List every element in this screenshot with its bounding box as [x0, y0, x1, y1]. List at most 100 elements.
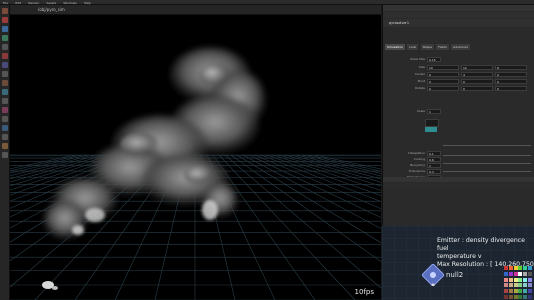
- param-field[interactable]: 0.15: [427, 57, 441, 62]
- param-label: Pivot: [417, 79, 425, 83]
- palette-swatch[interactable]: [513, 289, 518, 293]
- param-field[interactable]: 12: [461, 65, 493, 70]
- param-label: Buoyancy: [410, 163, 425, 167]
- palette-swatch[interactable]: [527, 294, 532, 299]
- palette-swatch[interactable]: [527, 289, 532, 293]
- node-type-label: pyrosolver1: [389, 21, 409, 25]
- palette-swatch[interactable]: [504, 289, 508, 293]
- palette-swatch[interactable]: [523, 266, 527, 270]
- palette-swatch[interactable]: [504, 294, 508, 299]
- param-field[interactable]: 8: [495, 65, 527, 70]
- move-tool-icon[interactable]: [1, 17, 8, 23]
- param-row-size: Size 10 12 8: [387, 65, 531, 70]
- palette-swatch[interactable]: [513, 266, 518, 270]
- more-tools-icon[interactable]: [1, 152, 8, 158]
- snap-icon[interactable]: [1, 80, 8, 86]
- palette-swatch[interactable]: [518, 283, 523, 288]
- display-options-icon[interactable]: [1, 89, 8, 95]
- palette-swatch[interactable]: [523, 289, 527, 293]
- camera-icon[interactable]: [1, 98, 8, 104]
- palette-swatch[interactable]: [513, 283, 518, 288]
- palette-swatch[interactable]: [518, 289, 523, 293]
- tab-shape[interactable]: Shape: [420, 44, 434, 50]
- param-label: Cooling: [413, 157, 425, 161]
- tab-simulation[interactable]: Simulation: [385, 44, 405, 50]
- color-palette[interactable]: [504, 266, 532, 300]
- null-node-icon[interactable]: [422, 264, 444, 286]
- param-field[interactable]: 0: [495, 72, 527, 77]
- tab-advanced[interactable]: Advanced: [451, 44, 470, 50]
- tab-look[interactable]: Look: [407, 44, 419, 50]
- palette-swatch[interactable]: [513, 294, 518, 299]
- param-field[interactable]: 0: [427, 72, 459, 77]
- rotate-tool-icon[interactable]: [1, 26, 8, 32]
- slider-track-4[interactable]: [443, 171, 531, 172]
- palette-swatch[interactable]: [523, 294, 527, 299]
- section-divider: [383, 177, 534, 182]
- palette-swatch[interactable]: [518, 271, 523, 276]
- palette-swatch[interactable]: [508, 271, 513, 276]
- param-label: Center: [414, 72, 425, 76]
- palette-swatch[interactable]: [508, 289, 513, 293]
- param-field[interactable]: 10: [427, 65, 459, 70]
- ramp-field[interactable]: [425, 119, 439, 127]
- light-icon[interactable]: [1, 107, 8, 113]
- palette-swatch[interactable]: [508, 277, 513, 282]
- pose-tool-icon[interactable]: [1, 53, 8, 59]
- palette-swatch[interactable]: [513, 271, 518, 276]
- palette-swatch[interactable]: [523, 283, 527, 288]
- palette-swatch[interactable]: [518, 277, 523, 282]
- panel-toolbar: [383, 12, 534, 18]
- palette-swatch[interactable]: [527, 266, 532, 270]
- tab-fields[interactable]: Fields: [436, 44, 449, 50]
- param-field[interactable]: 1: [427, 109, 441, 114]
- param-field[interactable]: 0: [495, 79, 527, 84]
- collapsed-folder[interactable]: [383, 183, 534, 189]
- param-field[interactable]: 1: [427, 163, 441, 168]
- palette-swatch[interactable]: [504, 283, 508, 288]
- handle-tool-icon[interactable]: [1, 44, 8, 50]
- param-field[interactable]: 0: [427, 79, 459, 84]
- palette-swatch[interactable]: [518, 294, 523, 299]
- palette-swatch[interactable]: [508, 283, 513, 288]
- palette-swatch[interactable]: [518, 266, 523, 270]
- palette-swatch[interactable]: [527, 277, 532, 282]
- param-field[interactable]: 0.3: [427, 169, 441, 174]
- grid-line-radial: [290, 154, 381, 180]
- palette-swatch[interactable]: [504, 271, 508, 276]
- wireframe-icon[interactable]: [1, 134, 8, 140]
- param-field[interactable]: 0.6: [427, 157, 441, 162]
- param-field[interactable]: 4: [461, 72, 493, 77]
- palette-swatch[interactable]: [527, 283, 532, 288]
- palette-swatch[interactable]: [513, 277, 518, 282]
- ghost-icon[interactable]: [1, 125, 8, 131]
- select-tool-icon[interactable]: [1, 8, 8, 14]
- grid-icon[interactable]: [1, 116, 8, 122]
- slider-track-3[interactable]: [443, 163, 531, 164]
- param-field[interactable]: 0: [461, 79, 493, 84]
- slider-track-2[interactable]: [443, 155, 531, 156]
- emitter-debris: [42, 281, 58, 290]
- palette-swatch[interactable]: [504, 277, 508, 282]
- palette-swatch[interactable]: [523, 277, 527, 282]
- scene-viewport[interactable]: /obj/pyro_sim 10fps: [10, 5, 381, 300]
- palette-swatch[interactable]: [508, 266, 513, 270]
- palette-swatch[interactable]: [508, 294, 513, 299]
- network-editor[interactable]: Emitter : density divergence fuel temper…: [382, 226, 534, 300]
- param-field[interactable]: 0.1: [427, 151, 441, 156]
- param-field[interactable]: 0: [461, 86, 493, 91]
- param-row-center: Center 0 4 0: [387, 72, 531, 77]
- palette-swatch[interactable]: [527, 271, 532, 276]
- slider-track-1[interactable]: [443, 145, 531, 146]
- shaded-icon[interactable]: [1, 143, 8, 149]
- render-region-icon[interactable]: [1, 71, 8, 77]
- note-line-1: Emitter : density divergence fuel: [437, 237, 525, 252]
- view-tool-icon[interactable]: [1, 62, 8, 68]
- scale-tool-icon[interactable]: [1, 35, 8, 41]
- param-field[interactable]: 0: [427, 86, 459, 91]
- param-label: Size: [418, 65, 425, 69]
- palette-swatch[interactable]: [523, 271, 527, 276]
- param-field[interactable]: 0: [495, 86, 527, 91]
- param-label: Voxel Size: [409, 57, 425, 61]
- palette-swatch[interactable]: [504, 266, 508, 270]
